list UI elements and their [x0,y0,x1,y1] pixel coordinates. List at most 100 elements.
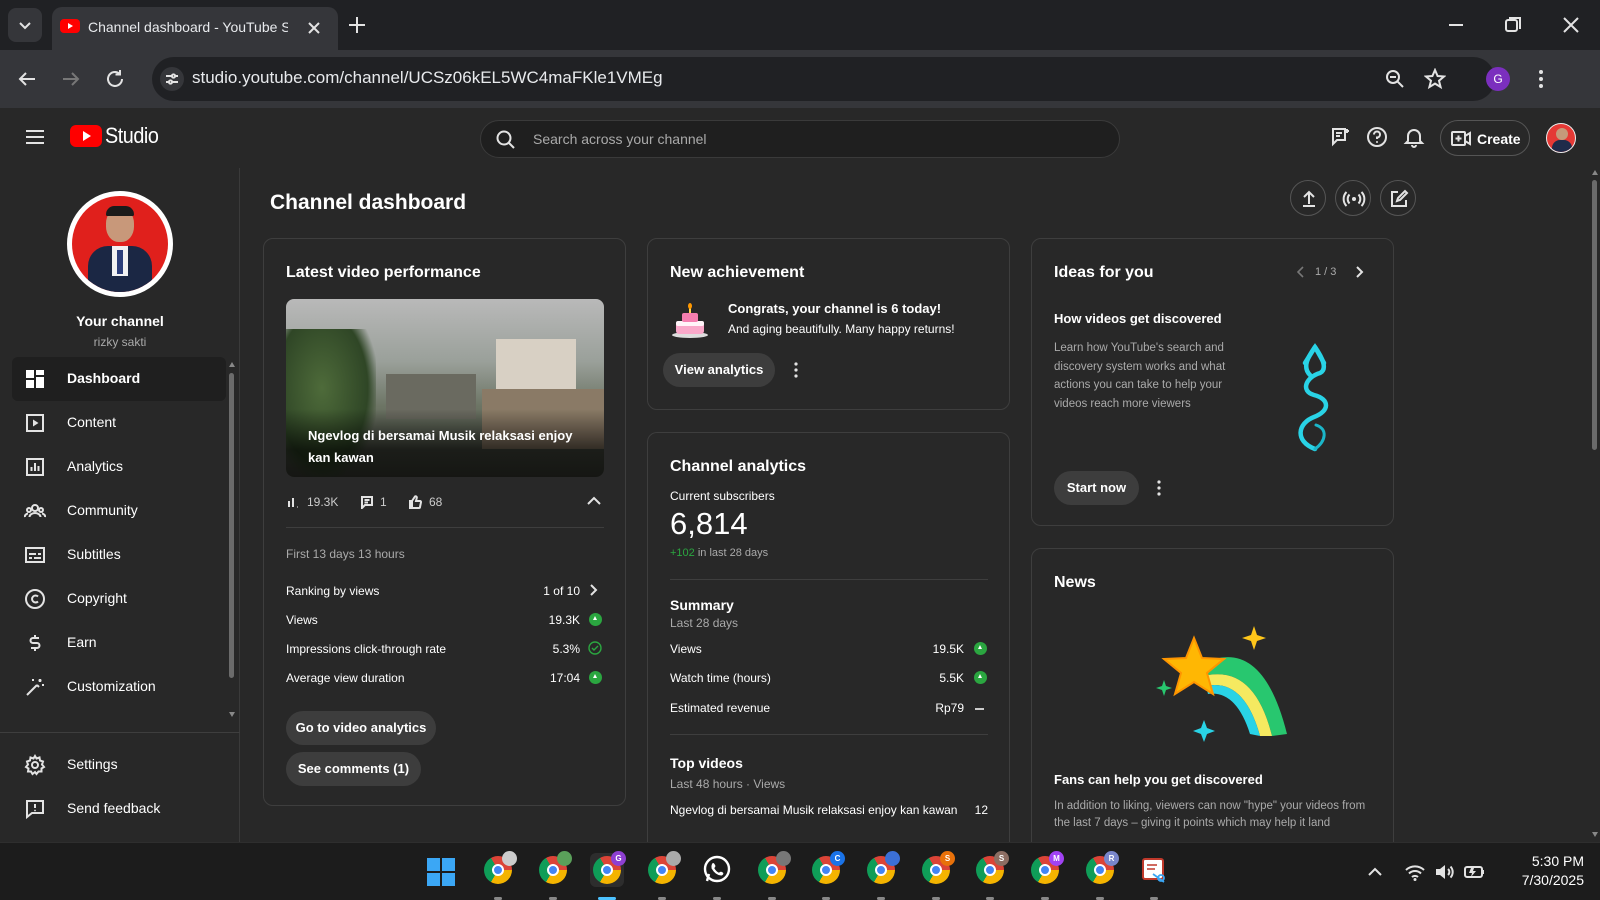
channel-label: Your channel [76,313,164,329]
profile-avatar[interactable]: G [1486,67,1510,91]
ideas-heading: How videos get discovered [1054,311,1222,326]
taskbar-app-snipping-tool[interactable] [1137,853,1171,900]
taskbar-app-chrome-profile-s1[interactable]: S [919,851,955,900]
main-scroll-down-arrow[interactable] [1592,832,1598,837]
see-comments-button[interactable]: See comments (1) [286,752,421,786]
upload-button[interactable] [1290,180,1326,216]
community-icon [24,504,46,518]
sidebar-item-subtitles[interactable]: Subtitles [12,533,226,577]
clock[interactable]: 5:30 PM 7/30/2025 [1494,853,1584,888]
new-tab-icon[interactable] [347,15,367,35]
chevron-up-icon[interactable] [586,493,602,509]
latest-video-card: Latest video performance Ngevlog di bers… [263,238,626,806]
create-button[interactable]: Create [1440,120,1530,156]
close-window-icon[interactable] [1561,15,1581,35]
sidebar-item-analytics[interactable]: Analytics [12,445,226,489]
chevron-left-icon[interactable] [1294,265,1308,279]
profile-initial: G [1493,72,1503,86]
hamburger-menu-icon[interactable] [24,126,46,148]
profile-badge [885,851,900,866]
sidebar-item-community[interactable]: Community [12,489,226,533]
bookmark-star-icon[interactable] [1424,68,1446,90]
ideas-pager: 1 / 3 [1315,266,1337,278]
sidebar-scroll-up-arrow[interactable] [229,362,235,367]
create-post-button[interactable] [1380,180,1416,216]
forward-icon[interactable] [60,68,82,90]
ranking-value[interactable]: 1 of 10 [504,584,580,598]
taskbar-app-whatsapp[interactable] [700,853,734,900]
battery-icon[interactable] [1462,863,1486,881]
sidebar-item-content[interactable]: Content [12,401,226,445]
go-to-video-analytics-button[interactable]: Go to video analytics [286,711,436,745]
browser-tab[interactable]: Channel dashboard - YouTube S [52,7,338,50]
chevron-right-icon[interactable] [586,583,600,597]
browser-menu-icon[interactable] [1530,67,1552,91]
subtitles-icon [25,547,45,563]
taskbar-app-chrome-profile-c[interactable]: C [809,851,845,900]
studio-logo[interactable]: Studio [70,123,170,153]
reload-icon[interactable] [104,68,126,90]
taskbar-app-chrome-profile-r[interactable]: R [1083,851,1119,900]
sidebar-item-earn[interactable]: Earn [12,621,226,665]
sidebar-item-settings[interactable]: Settings [12,743,226,787]
channel-avatar[interactable] [67,191,173,297]
go-live-button[interactable] [1335,180,1371,216]
taskbar-app-chrome-profile-s2[interactable]: S [973,851,1009,900]
close-tab-icon[interactable] [304,18,324,38]
card-title: Latest video performance [286,264,481,281]
watch-time-value: 5.5K [939,671,964,685]
sidebar-scroll-down-arrow[interactable] [229,712,235,717]
search-placeholder: Search across your channel [533,131,707,147]
sidebar-item-send-feedback[interactable]: Send feedback [12,787,226,831]
profile-badge: R [1104,851,1119,866]
back-icon[interactable] [16,68,38,90]
taskbar-app-chrome-profile-4[interactable] [645,851,681,900]
start-now-button[interactable]: Start now [1054,471,1139,505]
volume-icon[interactable] [1434,862,1456,882]
minimize-icon[interactable] [1446,15,1466,35]
summary-views-label: Views [670,642,702,656]
taskbar-app-chrome-profile-g[interactable]: G [590,851,626,900]
zoom-icon[interactable] [1384,68,1406,90]
taskbar-app-chrome-profile-5[interactable] [755,851,791,900]
sidebar-divider [0,732,240,733]
chevron-right-icon[interactable] [1352,265,1366,279]
taskbar-app-chrome-profile-7[interactable] [864,851,900,900]
address-bar[interactable]: studio.youtube.com/channel/UCSz06kEL5WC4… [152,57,1495,101]
wifi-icon[interactable] [1404,862,1426,882]
subscribers-label: Current subscribers [670,489,775,503]
ideas-card: Ideas for you 1 / 3 How videos get disco… [1031,238,1394,526]
account-avatar[interactable] [1546,123,1576,153]
more-options-icon[interactable] [1152,478,1166,498]
notifications-bell-icon[interactable] [1403,126,1425,148]
sidebar-item-customization[interactable]: Customization [12,665,226,709]
page-title: Channel dashboard [270,191,467,214]
search-box[interactable]: Search across your channel [480,120,1120,158]
news-heading: Fans can help you get discovered [1054,772,1263,787]
feedback-list-icon[interactable] [1330,126,1352,148]
sidebar-item-dashboard[interactable]: Dashboard [12,357,226,401]
more-options-icon[interactable] [789,360,803,380]
sidebar-scrollbar[interactable] [229,373,234,678]
tab-search-button[interactable] [8,8,42,42]
create-label: Create [1477,131,1521,147]
main-scroll-up-arrow[interactable] [1592,170,1598,175]
taskbar-app-chrome-profile-m[interactable]: M [1028,851,1064,900]
help-icon[interactable] [1366,126,1388,148]
site-info-icon[interactable] [160,67,184,91]
taskbar-app-chrome-profile-1[interactable] [481,851,517,900]
trend-up-icon [974,671,987,684]
video-thumbnail[interactable]: Ngevlog di bersamai Musik relaksasi enjo… [286,299,604,477]
like-icon [409,495,422,509]
clock-date: 7/30/2025 [1521,872,1584,888]
restore-icon[interactable] [1503,15,1523,35]
main-scrollbar[interactable] [1592,180,1597,450]
windows-start-icon[interactable] [426,857,456,887]
chevron-up-icon[interactable] [1367,864,1383,880]
view-analytics-button[interactable]: View analytics [663,353,775,387]
top-video-views: 12 [974,803,988,817]
taskbar-app-chrome-profile-2[interactable] [536,851,572,900]
trend-up-icon [974,642,987,655]
top-video-title[interactable]: Ngevlog di bersamai Musik relaksasi enjo… [670,803,957,817]
sidebar-item-copyright[interactable]: Copyright [12,577,226,621]
